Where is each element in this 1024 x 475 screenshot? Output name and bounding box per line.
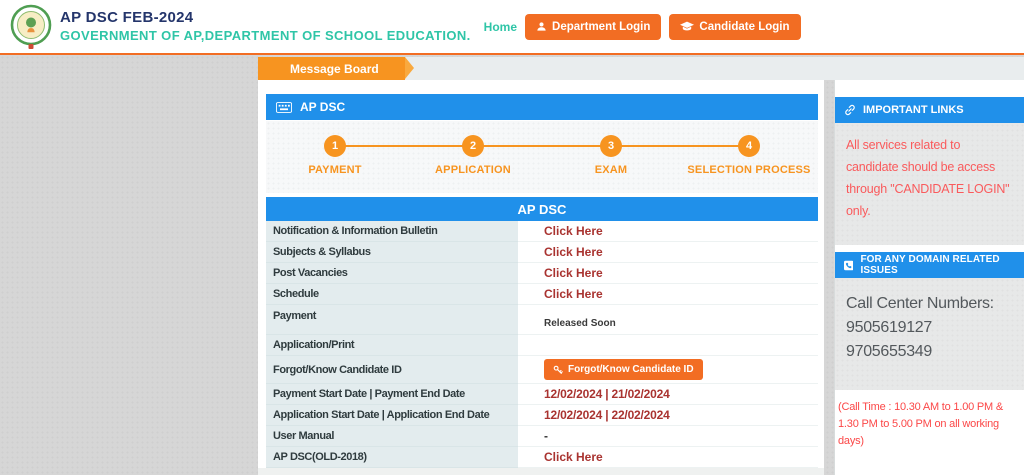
click-here-link[interactable]: Click Here (544, 287, 603, 301)
call-center-heading: Call Center Numbers: (846, 292, 1013, 316)
panel-footer (258, 468, 824, 475)
call-center-numbers: 95056191279705655349 (846, 316, 1013, 364)
important-links-header: IMPORTANT LINKS (835, 97, 1024, 123)
department-login-label: Department Login (552, 21, 650, 33)
row-value: Click Here (518, 221, 818, 241)
site-header: AP DSC FEB-2024 GOVERNMENT OF AP,DEPARTM… (0, 0, 1024, 55)
candidate-login-button[interactable]: Candidate Login (669, 14, 800, 40)
call-center-block: Call Center Numbers: 9505619127970565534… (835, 278, 1024, 390)
step-label: PAYMENT (308, 164, 361, 176)
step-label: APPLICATION (435, 164, 511, 176)
forgot-know-candidate-id-button[interactable]: Forgot/Know Candidate ID (544, 359, 703, 380)
date-value: 12/02/2024 | 22/02/2024 (544, 408, 670, 422)
home-link[interactable]: Home (484, 20, 517, 34)
dash-value: - (544, 429, 548, 443)
row-value: Click Here (518, 242, 818, 262)
row-label: Subjects & Syllabus (266, 242, 518, 263)
row-value: - (518, 426, 818, 446)
call-time-note: (Call Time : 10.30 AM to 1.00 PM & 1.30 … (835, 390, 1024, 450)
info-table-body: Notification & Information Bulletin Clic… (266, 221, 818, 468)
table-row: Schedule Click Here (266, 284, 818, 305)
candidate-login-label: Candidate Login (699, 21, 789, 33)
table-row: Application/Print (266, 335, 818, 356)
click-here-link[interactable]: Click Here (544, 245, 603, 259)
click-here-link[interactable]: Click Here (544, 224, 603, 238)
site-subtitle: GOVERNMENT OF AP,DEPARTMENT OF SCHOOL ED… (60, 28, 471, 44)
stepper: 1 PAYMENT 2 APPLICATION 3 EXAM 4 SELECTI… (266, 121, 818, 193)
row-value: Forgot/Know Candidate ID (518, 356, 818, 383)
step-circle: 4 (738, 135, 760, 157)
table-row: Post Vacancies Click Here (266, 263, 818, 284)
row-label: User Manual (266, 426, 518, 447)
step-number: 1 (332, 140, 338, 152)
stepper-step: 4 SELECTION PROCESS (680, 121, 818, 193)
table-row: AP DSC(OLD-2018) Click Here (266, 447, 818, 468)
click-here-link[interactable]: Click Here (544, 450, 603, 464)
important-links-title: IMPORTANT LINKS (863, 104, 964, 116)
row-label: Post Vacancies (266, 263, 518, 284)
important-links-text: All services related to candidate should… (835, 123, 1024, 245)
tab-message-board[interactable]: Message Board (258, 57, 405, 80)
table-row: Payment Released Soon (266, 305, 818, 335)
table-row: Payment Start Date | Payment End Date 12… (266, 384, 818, 405)
step-circle: 3 (600, 135, 622, 157)
stepper-step: 3 EXAM (542, 121, 680, 193)
key-icon (553, 365, 563, 375)
row-value: 12/02/2024 | 22/02/2024 (518, 405, 818, 425)
domain-issues-title: FOR ANY DOMAIN RELATED ISSUES (860, 254, 1015, 276)
forgot-button-label: Forgot/Know Candidate ID (568, 364, 694, 375)
row-value: Released Soon (518, 305, 818, 334)
info-table-header: AP DSC (266, 197, 818, 221)
row-label: Payment Start Date | Payment End Date (266, 384, 518, 405)
table-row: Notification & Information Bulletin Clic… (266, 221, 818, 242)
graduation-cap-icon (680, 21, 694, 32)
step-label: EXAM (595, 164, 628, 176)
row-value: Click Here (518, 447, 818, 467)
step-number: 4 (746, 140, 752, 152)
row-value (518, 335, 818, 355)
row-value: 12/02/2024 | 21/02/2024 (518, 384, 818, 404)
site-title-block: AP DSC FEB-2024 GOVERNMENT OF AP,DEPARTM… (60, 9, 471, 44)
step-number: 3 (608, 140, 614, 152)
sidebar: IMPORTANT LINKS All services related to … (834, 80, 1024, 475)
step-label: SELECTION PROCESS (687, 164, 810, 176)
phone-square-icon (844, 260, 853, 271)
date-value: 12/02/2024 | 21/02/2024 (544, 387, 670, 401)
row-value: Click Here (518, 263, 818, 283)
row-label: Application Start Date | Application End… (266, 405, 518, 426)
site-title: AP DSC FEB-2024 (60, 9, 471, 28)
panel-title: AP DSC (300, 100, 345, 114)
step-number: 2 (470, 140, 476, 152)
row-value: Click Here (518, 284, 818, 304)
table-row: Application Start Date | Application End… (266, 405, 818, 426)
row-label: Application/Print (266, 335, 518, 356)
page: AP DSC FEB-2024 GOVERNMENT OF AP,DEPARTM… (0, 0, 1024, 475)
row-label: Forgot/Know Candidate ID (266, 356, 518, 384)
row-label: Notification & Information Bulletin (266, 221, 518, 242)
step-circle: 1 (324, 135, 346, 157)
stepper-step: 1 PAYMENT (266, 121, 404, 193)
table-row: User Manual - (266, 426, 818, 447)
main-panel: AP DSC 1 PAYMENT 2 APPLICATION 3 EXAM 4 … (258, 80, 824, 475)
step-circle: 2 (462, 135, 484, 157)
row-label: Schedule (266, 284, 518, 305)
link-icon (844, 104, 856, 116)
panel-title-bar: AP DSC (266, 94, 818, 120)
click-here-link[interactable]: Click Here (544, 266, 603, 280)
call-center-number: 9505619127 (846, 316, 1013, 340)
user-icon (536, 21, 547, 32)
row-label: Payment (266, 305, 518, 335)
department-login-button[interactable]: Department Login (525, 14, 661, 40)
table-row: Forgot/Know Candidate ID Forgot/Know Can… (266, 356, 818, 384)
stepper-step: 2 APPLICATION (404, 121, 542, 193)
call-center-number: 9705655349 (846, 340, 1013, 364)
table-row: Subjects & Syllabus Click Here (266, 242, 818, 263)
ap-government-emblem-logo (9, 4, 53, 50)
status-text: Released Soon (544, 318, 616, 332)
row-label: AP DSC(OLD-2018) (266, 447, 518, 468)
domain-issues-header: FOR ANY DOMAIN RELATED ISSUES (835, 252, 1024, 278)
keyboard-icon (276, 102, 292, 113)
message-board-label: Message Board (290, 62, 379, 76)
